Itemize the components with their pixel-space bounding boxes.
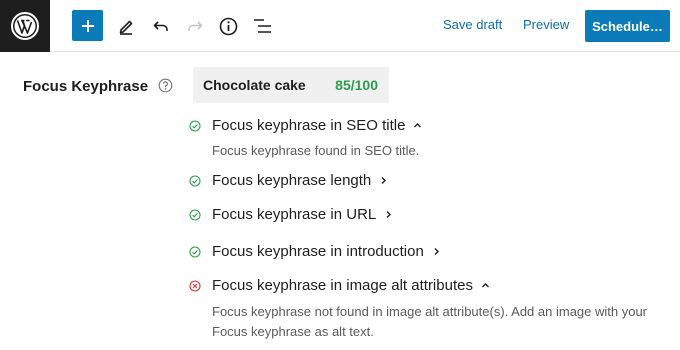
check-circle-icon (189, 120, 201, 132)
check-title-text: Focus keyphrase in introduction (212, 243, 424, 260)
save-draft-button[interactable]: Save draft (443, 17, 502, 32)
focus-keyphrase-input[interactable]: Chocolate cake 85/100 (193, 67, 389, 103)
check-circle-icon (189, 175, 201, 187)
preview-button[interactable]: Preview (523, 17, 569, 32)
undo-icon (153, 21, 168, 31)
help-circle-icon[interactable] (158, 78, 173, 93)
check-title-button[interactable]: Focus keyphrase in introduction (212, 243, 441, 260)
check-title-text: Focus keyphrase in SEO title (212, 117, 406, 134)
add-block-button[interactable] (72, 10, 103, 41)
pencil-icon (119, 20, 133, 35)
edit-tool-button[interactable] (110, 10, 142, 42)
info-icon (219, 17, 237, 35)
schedule-button[interactable]: Schedule… (585, 10, 670, 42)
redo-icon (188, 21, 203, 31)
chevron-right-icon (381, 177, 387, 184)
check-title-text: Focus keyphrase in image alt attributes (212, 277, 473, 294)
chevron-up-icon (481, 283, 489, 288)
list-view-icon (253, 19, 271, 33)
check-title-text: Focus keyphrase length (212, 172, 372, 189)
check-circle-icon (189, 209, 201, 221)
plus-icon (81, 19, 94, 32)
check-title-button[interactable]: Focus keyphrase in image alt attributes (212, 277, 490, 294)
check-circle-icon (189, 246, 201, 258)
chevron-right-icon (386, 211, 392, 218)
check-title-button[interactable]: Focus keyphrase in SEO title (212, 117, 422, 134)
wordpress-logo-icon[interactable] (0, 0, 50, 52)
check-title-button[interactable]: Focus keyphrase length (212, 172, 388, 189)
chevron-up-icon (414, 123, 422, 128)
check-description: Focus keyphrase not found in image alt a… (212, 304, 648, 339)
chevron-right-icon (434, 248, 439, 255)
focus-keyphrase-label: Focus Keyphrase (23, 78, 149, 95)
check-description: Focus keyphrase found in SEO title. (212, 143, 420, 158)
focus-keyphrase-value: Chocolate cake (203, 77, 306, 93)
details-button[interactable] (212, 10, 244, 42)
redo-button[interactable] (179, 10, 211, 42)
check-title-button[interactable]: Focus keyphrase in URL (212, 206, 393, 223)
check-title-text: Focus keyphrase in URL (212, 206, 377, 223)
undo-button[interactable] (145, 10, 177, 42)
seo-score: 85/100 (335, 77, 378, 93)
list-view-button[interactable] (246, 10, 278, 42)
editor-toolbar: Save draft Preview Schedule… (0, 0, 680, 52)
error-circle-icon (189, 280, 201, 292)
